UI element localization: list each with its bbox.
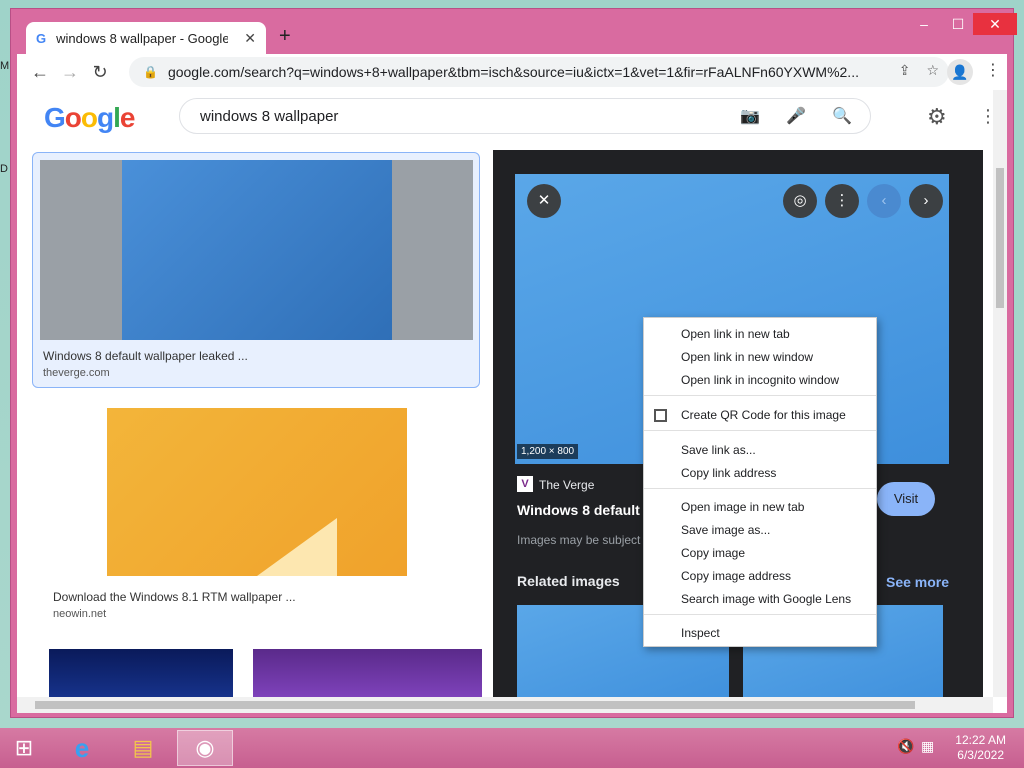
result-thumbnail-daisy[interactable] xyxy=(122,160,392,340)
browser-menu-icon[interactable]: ⋮ xyxy=(985,60,1001,80)
menu-separator xyxy=(644,614,876,615)
system-clock[interactable]: 12:22 AM 6/3/2022 xyxy=(955,733,1006,763)
menu-item-open-link-new-tab[interactable]: Open link in new tab xyxy=(644,323,876,345)
result-source: theverge.com xyxy=(43,367,110,379)
scrollbar-thumb[interactable] xyxy=(35,701,915,709)
desktop-icon-fragment: M xyxy=(0,60,10,72)
address-bar[interactable]: 🔒 google.com/search?q=windows+8+wallpape… xyxy=(129,57,949,87)
scrollbar-thumb[interactable] xyxy=(996,168,1004,308)
result-thumbnail-yellow[interactable] xyxy=(107,408,407,576)
close-window-button[interactable]: ✕ xyxy=(973,13,1017,35)
forward-button[interactable]: → xyxy=(55,62,85,83)
image-result-card[interactable]: Windows 8 default wallpaper leaked ... t… xyxy=(32,152,480,388)
browser-toolbar: ← → ↻ 🔒 google.com/search?q=windows+8+wa… xyxy=(17,54,1007,90)
preview-title[interactable]: Windows 8 default xyxy=(517,502,640,518)
menu-item-copy-link-address[interactable]: Copy link address xyxy=(644,462,876,484)
camera-icon[interactable]: 📷 xyxy=(740,106,760,126)
site-name[interactable]: The Verge xyxy=(539,478,594,492)
close-preview-icon[interactable]: ✕ xyxy=(527,184,561,218)
result-title[interactable]: Windows 8 default wallpaper leaked ... xyxy=(43,349,248,363)
menu-item-label: Create QR Code for this image xyxy=(681,408,846,422)
more-options-icon[interactable]: ⋮ xyxy=(825,184,859,218)
browser-tab[interactable]: G windows 8 wallpaper - Google Se ✕ xyxy=(26,22,266,54)
menu-item-search-google-lens[interactable]: Search image with Google Lens xyxy=(644,588,876,610)
visit-button[interactable]: Visit xyxy=(877,482,935,516)
horizontal-scrollbar[interactable] xyxy=(17,697,993,713)
result-source: neowin.net xyxy=(53,608,107,620)
search-icon[interactable]: 🔍 xyxy=(832,106,852,126)
bookmark-star-icon[interactable]: ☆ xyxy=(926,62,939,79)
verge-logo-icon: V xyxy=(517,476,533,492)
see-more-link[interactable]: See more xyxy=(886,574,949,590)
related-images-heading: Related images xyxy=(517,573,620,589)
internet-explorer-icon[interactable]: e xyxy=(54,730,110,766)
google-logo[interactable]: Google xyxy=(44,102,135,134)
lens-icon[interactable]: ◎ xyxy=(783,184,817,218)
menu-item-create-qr-code[interactable]: Create QR Code for this image xyxy=(644,404,876,426)
lock-icon[interactable]: 🔒 xyxy=(143,65,158,79)
tab-close-icon[interactable]: ✕ xyxy=(244,30,256,47)
menu-item-save-link-as[interactable]: Save link as... xyxy=(644,439,876,461)
qr-code-icon xyxy=(654,409,667,422)
tab-title: windows 8 wallpaper - Google Se xyxy=(56,30,229,46)
menu-item-inspect[interactable]: Inspect xyxy=(644,622,876,644)
profile-avatar[interactable]: 👤 xyxy=(947,59,973,85)
google-favicon-icon: G xyxy=(36,30,47,46)
volume-muted-icon[interactable]: 🔇 xyxy=(897,738,914,755)
search-input[interactable]: windows 8 wallpaper 📷 🎤 🔍 xyxy=(179,98,871,134)
menu-separator xyxy=(644,430,876,431)
clock-time: 12:22 AM xyxy=(955,733,1006,747)
menu-item-open-image-new-tab[interactable]: Open image in new tab xyxy=(644,496,876,518)
menu-item-copy-image[interactable]: Copy image xyxy=(644,542,876,564)
mic-icon[interactable]: 🎤 xyxy=(786,106,806,126)
menu-item-copy-image-address[interactable]: Copy image address xyxy=(644,565,876,587)
network-icon[interactable]: ▦ xyxy=(921,738,934,755)
menu-item-open-link-new-window[interactable]: Open link in new window xyxy=(644,346,876,368)
url-text[interactable]: google.com/search?q=windows+8+wallpaper&… xyxy=(168,64,868,80)
minimize-button[interactable]: – xyxy=(909,13,939,35)
menu-item-open-link-incognito[interactable]: Open link in incognito window xyxy=(644,369,876,391)
chrome-icon[interactable]: ◉ xyxy=(177,730,233,766)
clock-date: 6/3/2022 xyxy=(957,748,1004,762)
reload-button[interactable]: ↻ xyxy=(85,62,115,83)
file-explorer-icon[interactable]: ▤ xyxy=(115,730,171,766)
share-icon[interactable]: ⇪ xyxy=(899,62,911,79)
start-button[interactable]: ⊞ xyxy=(0,730,48,766)
desktop-icon-fragment: D xyxy=(0,163,8,175)
previous-image-icon[interactable]: ‹ xyxy=(867,184,901,218)
taskbar: ⊞ e ▤ ◉ 🔇 ▦ 12:22 AM 6/3/2022 xyxy=(0,728,1024,768)
context-menu: Open link in new tab Open link in new wi… xyxy=(643,317,877,647)
result-title[interactable]: Download the Windows 8.1 RTM wallpaper .… xyxy=(53,590,296,604)
back-button[interactable]: ← xyxy=(25,62,55,83)
next-image-icon[interactable]: › xyxy=(909,184,943,218)
image-dimensions: 1,200 × 800 xyxy=(517,444,579,459)
maximize-button[interactable]: ☐ xyxy=(943,13,973,35)
new-tab-button[interactable]: + xyxy=(279,25,291,48)
menu-separator xyxy=(644,488,876,489)
settings-gear-icon[interactable]: ⚙ xyxy=(927,104,947,130)
menu-item-save-image-as[interactable]: Save image as... xyxy=(644,519,876,541)
search-query[interactable]: windows 8 wallpaper xyxy=(200,108,338,125)
vertical-scrollbar[interactable] xyxy=(993,90,1007,697)
menu-separator xyxy=(644,395,876,396)
copyright-disclaimer: Images may be subject xyxy=(517,533,641,547)
